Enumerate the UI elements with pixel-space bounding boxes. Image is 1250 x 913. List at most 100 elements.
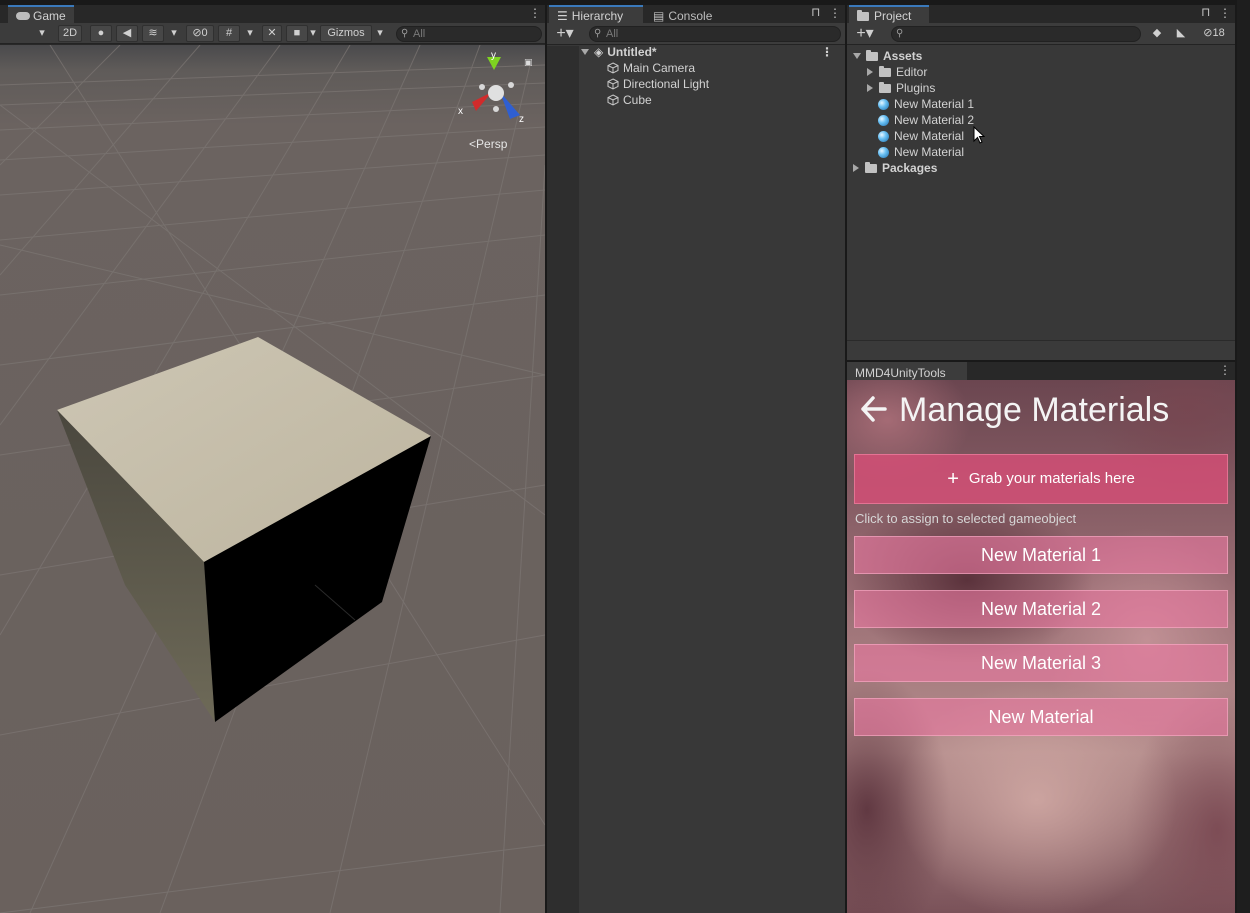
hierarchy-item-directional-light[interactable]: Directional Light	[607, 76, 709, 92]
grab-materials-label: Grab your materials here	[968, 470, 1135, 487]
expand-arrow-icon[interactable]	[853, 53, 861, 59]
gizmos-button[interactable]: Gizmos	[320, 25, 372, 42]
expand-arrow-icon[interactable]	[581, 49, 589, 55]
mmd-menu-icon[interactable]: ⋮	[1219, 364, 1231, 376]
projection-label: Persp	[476, 137, 508, 151]
project-item-label: New Material	[894, 129, 965, 143]
toggle-2d-button[interactable]: 2D	[58, 25, 82, 42]
gamepad-icon	[16, 12, 30, 20]
hierarchy-toolbar: +▾ ⚲ All	[547, 23, 845, 45]
hierarchy-item-label: Cube	[623, 93, 652, 107]
project-item-plugins[interactable]: Plugins	[867, 80, 935, 96]
assign-hint-text: Click to assign to selected gameobject	[855, 511, 1077, 526]
project-item-material[interactable]: New Material	[878, 144, 964, 160]
hierarchy-tabbar: ☰ Hierarchy ▤ Console ⊓ ⋮	[547, 5, 845, 23]
scene-viewport[interactable]: y x z ▣ <Persp	[0, 45, 545, 913]
search-icon: ⚲	[896, 28, 904, 39]
hierarchy-lock-icon[interactable]: ⊓	[811, 6, 820, 18]
search-by-label-button[interactable]: ◣	[1171, 25, 1191, 42]
gameobject-cube-icon	[607, 94, 619, 106]
game-menu-icon[interactable]: ⋮	[529, 7, 541, 19]
project-item-label: New Material 2	[894, 113, 975, 127]
project-item-label: New Material	[894, 145, 965, 159]
project-footer-bar	[847, 340, 1235, 360]
project-item-label: Editor	[896, 65, 928, 79]
tools-toggle[interactable]: ✕	[262, 25, 282, 42]
back-arrow-icon[interactable]	[859, 394, 887, 424]
effects-toggle[interactable]: ≋	[142, 25, 164, 42]
hierarchy-item-main-camera[interactable]: Main Camera	[607, 60, 695, 76]
grab-materials-button[interactable]: + Grab your materials here	[854, 454, 1228, 504]
hierarchy-item-cube[interactable]: Cube	[607, 92, 652, 108]
material-icon	[878, 131, 889, 142]
camera-toggle[interactable]: ■	[286, 25, 308, 42]
plus-icon: +▾	[556, 25, 574, 42]
project-create-button[interactable]: +▾	[851, 25, 879, 42]
packages-folder-row[interactable]: Packages	[853, 160, 937, 176]
project-lock-icon[interactable]: ⊓	[1201, 6, 1210, 18]
draw-mode-dropdown[interactable]: ▾	[32, 25, 52, 42]
hierarchy-create-button[interactable]: +▾	[551, 25, 579, 42]
mmd-content: Manage Materials + Grab your materials he…	[847, 380, 1235, 913]
projection-toggle[interactable]: <Persp	[469, 137, 507, 151]
gizmo-lock-icon[interactable]: ▣	[524, 57, 533, 68]
grid-toggle[interactable]: #	[218, 25, 240, 42]
gizmos-dropdown[interactable]: ▾	[372, 25, 388, 42]
folder-icon	[879, 66, 891, 77]
material-button-new-material-2[interactable]: New Material 2	[854, 590, 1228, 628]
collapsed-arrow-icon[interactable]	[867, 84, 873, 92]
scene-row[interactable]: ◈ Untitled* ⋮	[581, 44, 843, 60]
gizmo-axis-y-label: y	[491, 50, 496, 61]
lighting-toggle[interactable]: ●	[90, 25, 112, 42]
hidden-objects-toggle[interactable]: ⊘0	[186, 25, 214, 42]
effects-dropdown[interactable]: ▾	[166, 25, 182, 42]
folder-icon	[865, 162, 877, 173]
scene-search-placeholder: All	[413, 28, 426, 40]
scene-search-input[interactable]: ⚲ All	[396, 26, 542, 42]
project-item-material[interactable]: New Material 1	[878, 96, 974, 112]
project-item-material[interactable]: New Material	[878, 128, 964, 144]
project-tabbar: Project ⊓ ⋮	[847, 5, 1235, 23]
tab-mmd4unitytools[interactable]: MMD4UnityTools	[847, 362, 967, 380]
camera-dropdown[interactable]: ▾	[306, 25, 320, 42]
lightbulb-icon: ●	[97, 27, 105, 39]
search-by-type-button[interactable]: ◆	[1147, 25, 1167, 42]
scene-toolbar: ▾ 2D ● ◀ ≋ ▾ ⊘0 # ▾ ✕ ■ ▾ Gizmos ▾ ⚲ All	[0, 23, 545, 44]
tab-console[interactable]: ▤ Console	[645, 5, 725, 23]
unity-scene-icon: ◈	[594, 45, 604, 59]
material-icon	[878, 115, 889, 126]
material-icon	[878, 99, 889, 110]
eye-slash-icon: ⊘	[192, 27, 202, 39]
gameobject-cube-icon	[607, 78, 619, 90]
hidden-packages-toggle[interactable]: ⊘18	[1197, 25, 1231, 42]
tag-icon: ◣	[1176, 27, 1186, 39]
project-toolbar: +▾ ⚲ ◆ ◣ ⊘18	[847, 23, 1235, 45]
project-panel: Project ⊓ ⋮ +▾ ⚲ ◆ ◣ ⊘18 Assets Editor P…	[847, 5, 1235, 360]
assets-folder-row[interactable]: Assets	[853, 48, 922, 64]
collapsed-arrow-icon[interactable]	[867, 68, 873, 76]
audio-toggle[interactable]: ◀	[116, 25, 138, 42]
project-search-input[interactable]: ⚲	[891, 26, 1141, 42]
grid-dropdown[interactable]: ▾	[242, 25, 258, 42]
project-item-editor[interactable]: Editor	[867, 64, 927, 80]
material-button-new-material-1[interactable]: New Material 1	[854, 536, 1228, 574]
hierarchy-item-label: Main Camera	[623, 61, 696, 75]
collapsed-arrow-icon[interactable]	[853, 164, 859, 172]
hierarchy-menu-icon[interactable]: ⋮	[829, 7, 841, 19]
project-item-material[interactable]: New Material 2	[878, 112, 974, 128]
camera-icon: ■	[293, 27, 301, 39]
hierarchy-panel: ☰ Hierarchy ▤ Console ⊓ ⋮ +▾ ⚲ All ◈ Untitle…	[547, 5, 845, 913]
scene-menu-icon[interactable]: ⋮	[821, 44, 833, 60]
tab-project[interactable]: Project	[849, 5, 929, 23]
game-panel: Game ⋮ ▾ 2D ● ◀ ≋ ▾ ⊘0 # ▾ ✕ ■ ▾ Gizmos …	[0, 5, 545, 913]
project-menu-icon[interactable]: ⋮	[1219, 7, 1231, 19]
packages-label: Packages	[882, 161, 938, 175]
material-button-new-material-3[interactable]: New Material 3	[854, 644, 1228, 682]
folder-icon	[857, 10, 869, 21]
hierarchy-search-input[interactable]: ⚲ All	[589, 26, 841, 42]
hidden-packages-count: 18	[1212, 27, 1225, 39]
material-button-new-material[interactable]: New Material	[854, 698, 1228, 736]
tab-hierarchy[interactable]: ☰ Hierarchy	[549, 5, 643, 23]
tab-game[interactable]: Game	[8, 5, 74, 23]
type-filter-icon: ◆	[1152, 27, 1162, 39]
